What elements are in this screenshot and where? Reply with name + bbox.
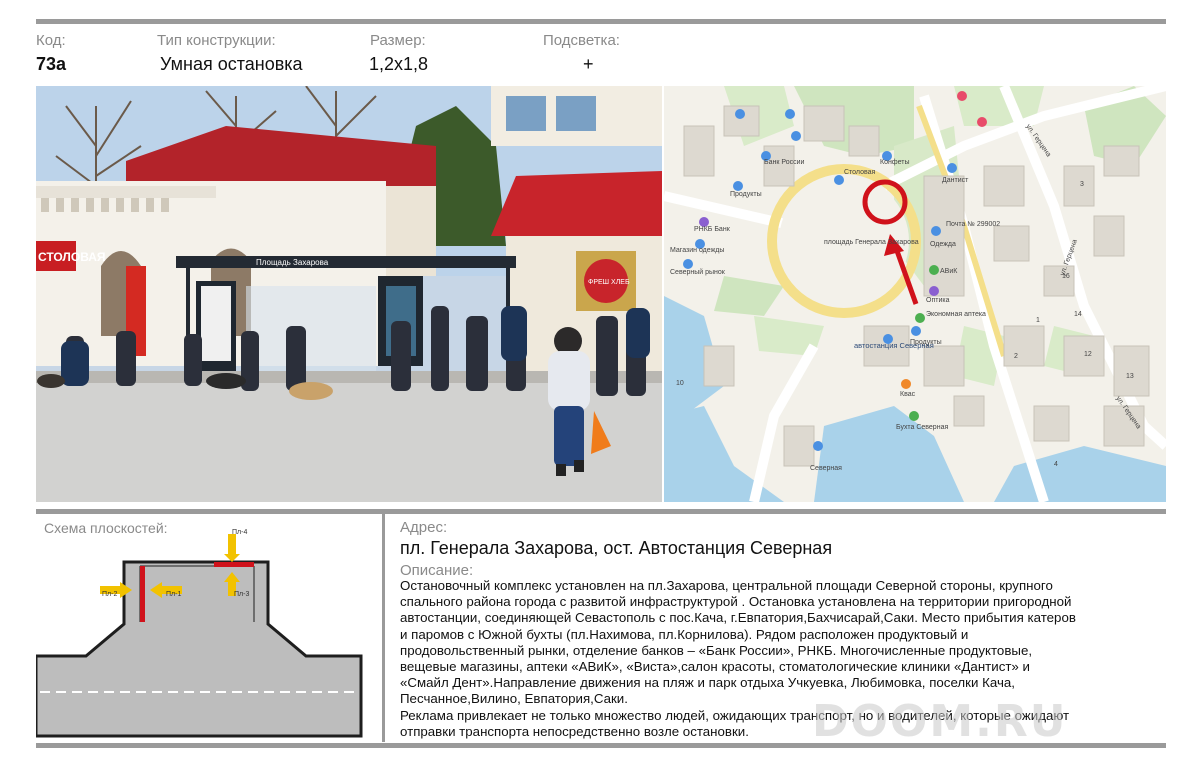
bottom-divider <box>36 743 1166 748</box>
watermark: DOOM.RU <box>812 696 1068 747</box>
type-label: Тип конструкции: <box>157 32 276 49</box>
description-line: вещевые магазины, аптеки «АВиК», «Виста»… <box>400 659 1030 675</box>
map-label-magazin-odezhdy: Магазин одежды <box>670 247 724 254</box>
map-label-kvas: Квас <box>900 391 916 398</box>
map-label-odezhda: Одежда <box>930 241 956 248</box>
light-label: Подсветка: <box>543 32 620 49</box>
map-label-house-1: 1 <box>1036 317 1040 324</box>
plane-label-3: Пл-3 <box>234 591 249 598</box>
map-label-optika: Оптика <box>926 297 950 304</box>
code-label: Код: <box>36 32 66 49</box>
map-label-produkty-2: Продукты <box>730 191 762 198</box>
map-label-house-4: 4 <box>1054 461 1058 468</box>
map-label-pier: Северная <box>810 465 842 472</box>
plane-scheme: Схема плоскостей: Пл-4 Пл-2 Пл-1 Пл-3 <box>36 514 376 742</box>
map-label-stolovaya: Столовая <box>844 169 876 176</box>
map-label-severny-rynok: Северный рынок <box>670 268 726 276</box>
top-divider <box>36 19 1166 24</box>
size-label: Размер: <box>370 32 426 49</box>
bus-stop-photo: СТОЛОВАЯ ФРЕШ ХЛЕБ Площадь Захарова <box>36 86 662 502</box>
map-label-dantist: Дантист <box>942 177 969 184</box>
map-label-produkty-1: Продукты <box>910 339 942 346</box>
size-value: 1,2х1,8 <box>369 54 429 74</box>
map-label-konfety: Конфеты <box>880 159 910 166</box>
description-line: и паромов с Южной бухты (пл.Нахимова, пл… <box>400 626 969 642</box>
light-value: + <box>583 54 594 74</box>
store-sign: СТОЛОВАЯ <box>38 250 106 264</box>
map-label-bukhta: Бухта Северная <box>896 424 948 431</box>
kiosk-sign: ФРЕШ ХЛЕБ <box>588 279 630 286</box>
description-line: спального района города с развитой инфра… <box>400 594 1072 610</box>
plane-label-2: Пл-2 <box>102 591 117 598</box>
description-label: Описание: <box>400 562 474 579</box>
photo-illustration: СТОЛОВАЯ ФРЕШ ХЛЕБ Площадь Захарова <box>36 86 662 502</box>
address-value: пл. Генерала Захарова, ост. Автостанция … <box>400 538 833 558</box>
location-map: площадь Генерала Захарова автостанция Се… <box>664 86 1166 502</box>
description-line: автостанции, соединяющей Севастополь с п… <box>400 610 1076 626</box>
plane-red-left <box>140 566 145 622</box>
description-line: Остановочный комплекс установлен на пл.З… <box>400 578 1053 593</box>
vertical-divider <box>382 514 385 742</box>
plane-label-4: Пл-4 <box>232 529 247 536</box>
description-line: «Смайл Дент».Направление движения на пля… <box>400 675 1015 691</box>
map-label-house-3: 3 <box>1080 181 1084 188</box>
map-label-avik: АВиК <box>940 268 958 275</box>
map-label-pochta: Почта № 299002 <box>946 221 1000 228</box>
plane-label-1: Пл-1 <box>166 591 181 598</box>
type-value: Умная остановка <box>160 54 303 74</box>
bus-stop-sign: Площадь Захарова <box>256 258 329 267</box>
plane-red-top <box>214 562 254 567</box>
map-label-bank-rossii: Банк России <box>764 159 805 166</box>
code-value: 73а <box>36 54 67 74</box>
map-illustration: площадь Генерала Захарова автостанция Се… <box>664 86 1166 502</box>
map-label-house-13: 13 <box>1126 373 1134 380</box>
map-label-house-2: 2 <box>1014 353 1018 360</box>
map-label-10: 10 <box>676 380 684 387</box>
address-label: Адрес: <box>400 519 448 536</box>
map-label-rnkb: РНКБ Банк <box>694 226 731 233</box>
map-label-apteka: Экономная аптека <box>926 311 986 318</box>
description-line: продовольственный рынки, отделение банко… <box>400 642 1033 658</box>
map-label-house-12: 12 <box>1084 351 1092 358</box>
map-label-square: площадь Генерала Захарова <box>824 239 919 246</box>
scheme-diagram: Пл-4 Пл-2 Пл-1 Пл-3 <box>36 529 363 738</box>
map-label-house-16: 16 <box>1062 273 1070 280</box>
map-label-house-14: 14 <box>1074 311 1082 318</box>
